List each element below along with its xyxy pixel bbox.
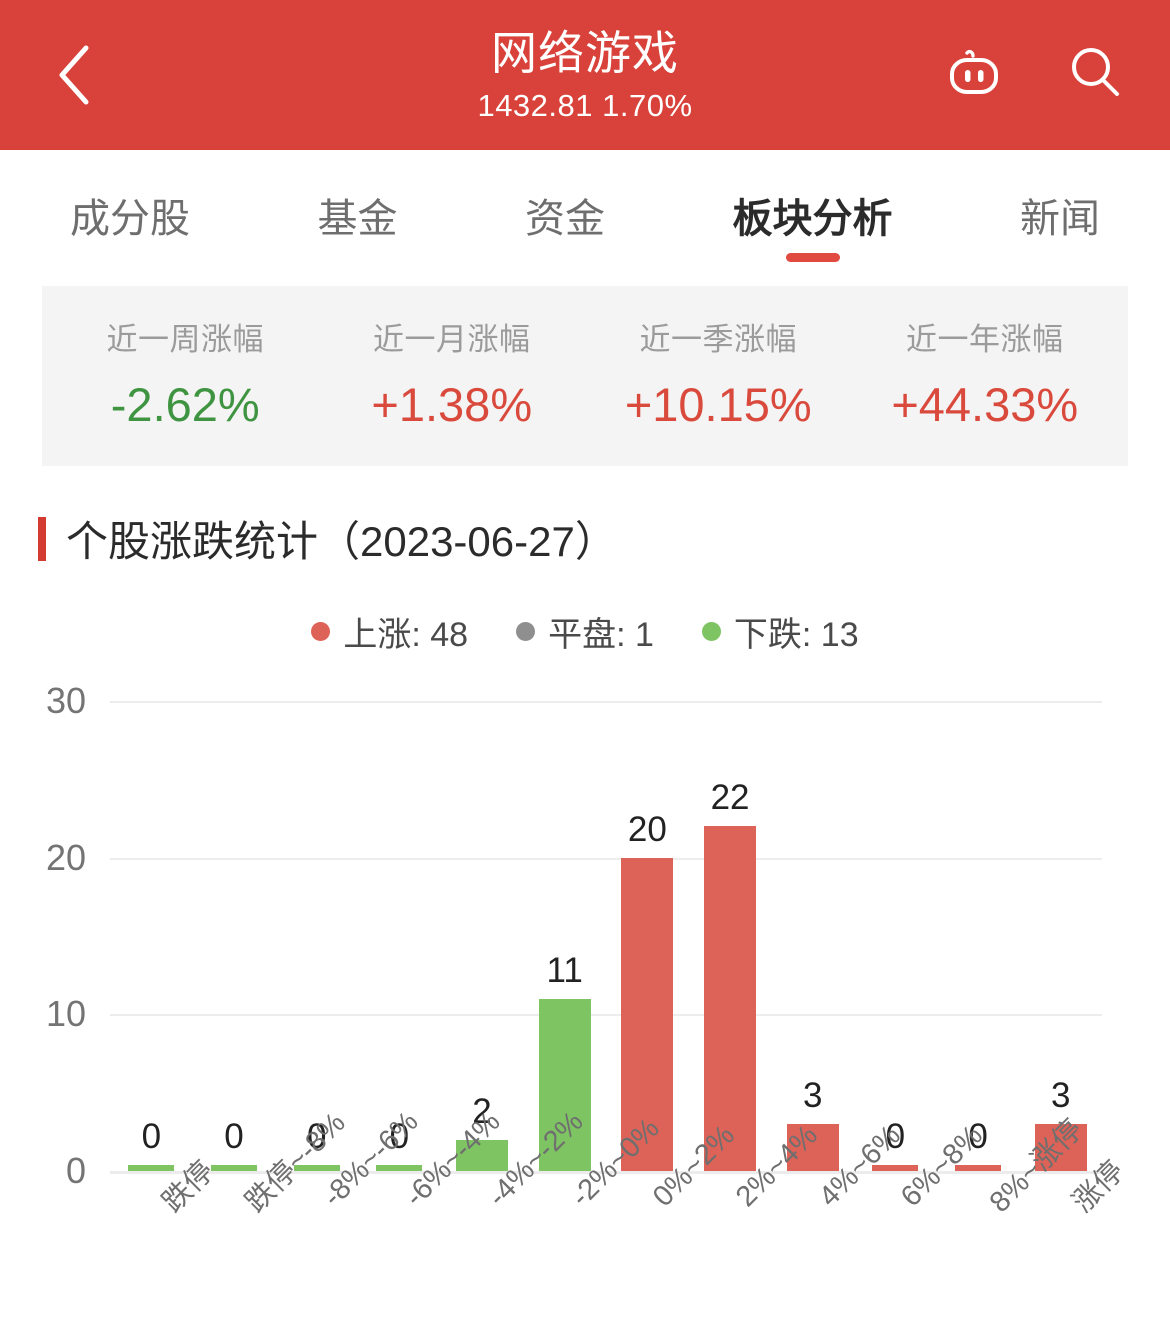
y-axis-tick-0: 0 [65, 1150, 86, 1191]
x-axis-tick-col: -2%~0% [523, 1112, 666, 1296]
x-axis-tick-col: 0%~2% [606, 1119, 741, 1296]
robot-icon [943, 42, 1005, 109]
bar-column[interactable]: 3 [771, 701, 854, 1171]
x-axis-tick-col: 涨停 [1019, 1155, 1130, 1296]
ai-assistant-button[interactable] [942, 43, 1006, 107]
page-title: 网络游戏 [490, 26, 679, 79]
chart-x-axis: 跌停 跌停~-8% -8%~-6% -6%~-4% -4%~-2% -2%~0% 0%~2%… [110, 1106, 1130, 1296]
search-button[interactable] [1064, 43, 1128, 107]
y-axis-tick-10: 10 [45, 993, 86, 1035]
stat-week-value: -2.62% [110, 378, 260, 431]
tab-chengfengu[interactable]: 成分股 [70, 186, 190, 262]
legend-dot-down-icon [701, 622, 721, 641]
tab-bar: 成分股 基金 资金 板块分析 新闻 [0, 150, 1170, 278]
chart-bars: 0 0 0 0 2 11 20 22 3 0 0 3 [110, 701, 1102, 1171]
bar-column[interactable]: 22 [689, 701, 772, 1171]
performance-stats-panel: 近一周涨幅 -2.62% 近一月涨幅 +1.38% 近一季涨幅 +10.15% … [42, 286, 1128, 466]
x-axis-tick-col: 8%~涨停 [937, 1114, 1089, 1296]
section-accent-bar [38, 516, 46, 561]
distribution-bar-chart: 0 0 0 0 2 11 20 22 3 0 0 3 0 10 20 30 跌停 跌停~-8% -8%~-6% -… [0, 676, 1170, 1296]
bar[interactable] [211, 1165, 257, 1171]
stat-quarter: 近一季涨幅 +10.15% [585, 324, 852, 428]
tab-jijin[interactable]: 基金 [318, 186, 398, 262]
stat-month-label: 近一月涨幅 [373, 322, 531, 357]
index-quote: 1432.81 1.70% [477, 87, 693, 123]
tab-bankuaifenxi[interactable]: 板块分析 [733, 186, 893, 262]
tab-xinwen[interactable]: 新闻 [1020, 186, 1100, 262]
bar-value-label: 0 [224, 1117, 244, 1156]
bar-value-label: 3 [802, 1076, 823, 1115]
stat-year-label: 近一年涨幅 [906, 322, 1064, 357]
bar-value-label: 11 [546, 950, 583, 990]
stat-quarter-value: +10.15% [624, 378, 812, 431]
bar-value-label: 20 [627, 809, 667, 849]
y-axis-tick-30: 30 [45, 680, 86, 721]
x-axis-tick-col: 6%~8% [854, 1119, 989, 1296]
bar-column[interactable]: 3 [1019, 701, 1102, 1171]
stat-year-value: +44.33% [891, 378, 1079, 431]
stats-panel-wrap: 近一周涨幅 -2.62% 近一月涨幅 +1.38% 近一季涨幅 +10.15% … [0, 278, 1170, 466]
x-axis-tick-col: -4%~-2% [441, 1106, 590, 1296]
search-icon [1065, 42, 1127, 109]
bar-column[interactable]: 0 [358, 701, 441, 1171]
chart-plot-area: 0 0 0 0 2 11 20 22 3 0 0 3 [110, 701, 1102, 1174]
header-center: 网络游戏 1432.81 1.70% [477, 30, 692, 121]
chevron-left-icon [52, 42, 96, 108]
bar-value-label: 0 [141, 1117, 162, 1156]
bar-column[interactable]: 0 [275, 701, 358, 1171]
section-title: 个股涨跌统计（2023-06-27） [38, 508, 1170, 569]
bar-column[interactable]: 0 [854, 701, 937, 1171]
stat-week: 近一周涨幅 -2.62% [52, 324, 319, 428]
x-axis-tick-col: 跌停~-8% [193, 1107, 352, 1296]
bar-column[interactable]: 11 [523, 701, 606, 1171]
x-axis-tick-col: 2%~4% [689, 1119, 824, 1296]
tab-zijin[interactable]: 资金 [525, 186, 605, 262]
legend-item-up[interactable]: 上涨: 48 [311, 607, 468, 656]
stat-month-value: +1.38% [371, 378, 533, 431]
chart-legend: 上涨: 48 平盘: 1 下跌: 13 [0, 607, 1170, 656]
bar-column[interactable]: 0 [193, 701, 276, 1171]
legend-label-flat: 平盘: 1 [548, 616, 654, 654]
bar-value-label: 22 [710, 778, 750, 818]
bar[interactable] [704, 826, 757, 1171]
app-header: 网络游戏 1432.81 1.70% [0, 0, 1170, 150]
stat-week-label: 近一周涨幅 [106, 322, 264, 357]
legend-label-down: 下跌: 13 [733, 616, 859, 654]
legend-dot-flat-icon [516, 622, 536, 641]
x-axis-tick-col: -8%~-6% [275, 1106, 425, 1296]
bar-column[interactable]: 2 [441, 701, 524, 1171]
stat-quarter-label: 近一季涨幅 [639, 322, 797, 357]
section-title-text: 个股涨跌统计（2023-06-27） [66, 518, 617, 565]
y-axis-tick-20: 20 [45, 836, 86, 878]
legend-dot-up-icon [311, 622, 331, 641]
bar-column[interactable]: 0 [110, 701, 193, 1171]
x-axis-tick-col: 4%~6% [771, 1119, 907, 1296]
stat-year: 近一年涨幅 +44.33% [852, 324, 1119, 428]
legend-item-down[interactable]: 下跌: 13 [701, 607, 859, 656]
back-button[interactable] [46, 40, 102, 110]
x-axis-tick-col: 跌停 [110, 1155, 221, 1296]
legend-item-flat[interactable]: 平盘: 1 [516, 607, 654, 656]
legend-label-up: 上涨: 48 [343, 616, 469, 654]
bar-column[interactable]: 20 [606, 701, 689, 1171]
x-axis-tick-col: -6%~-4% [358, 1106, 507, 1296]
header-actions [942, 43, 1128, 107]
bar-column[interactable]: 0 [937, 701, 1020, 1171]
stat-month: 近一月涨幅 +1.38% [319, 324, 586, 428]
bar[interactable] [128, 1165, 175, 1171]
